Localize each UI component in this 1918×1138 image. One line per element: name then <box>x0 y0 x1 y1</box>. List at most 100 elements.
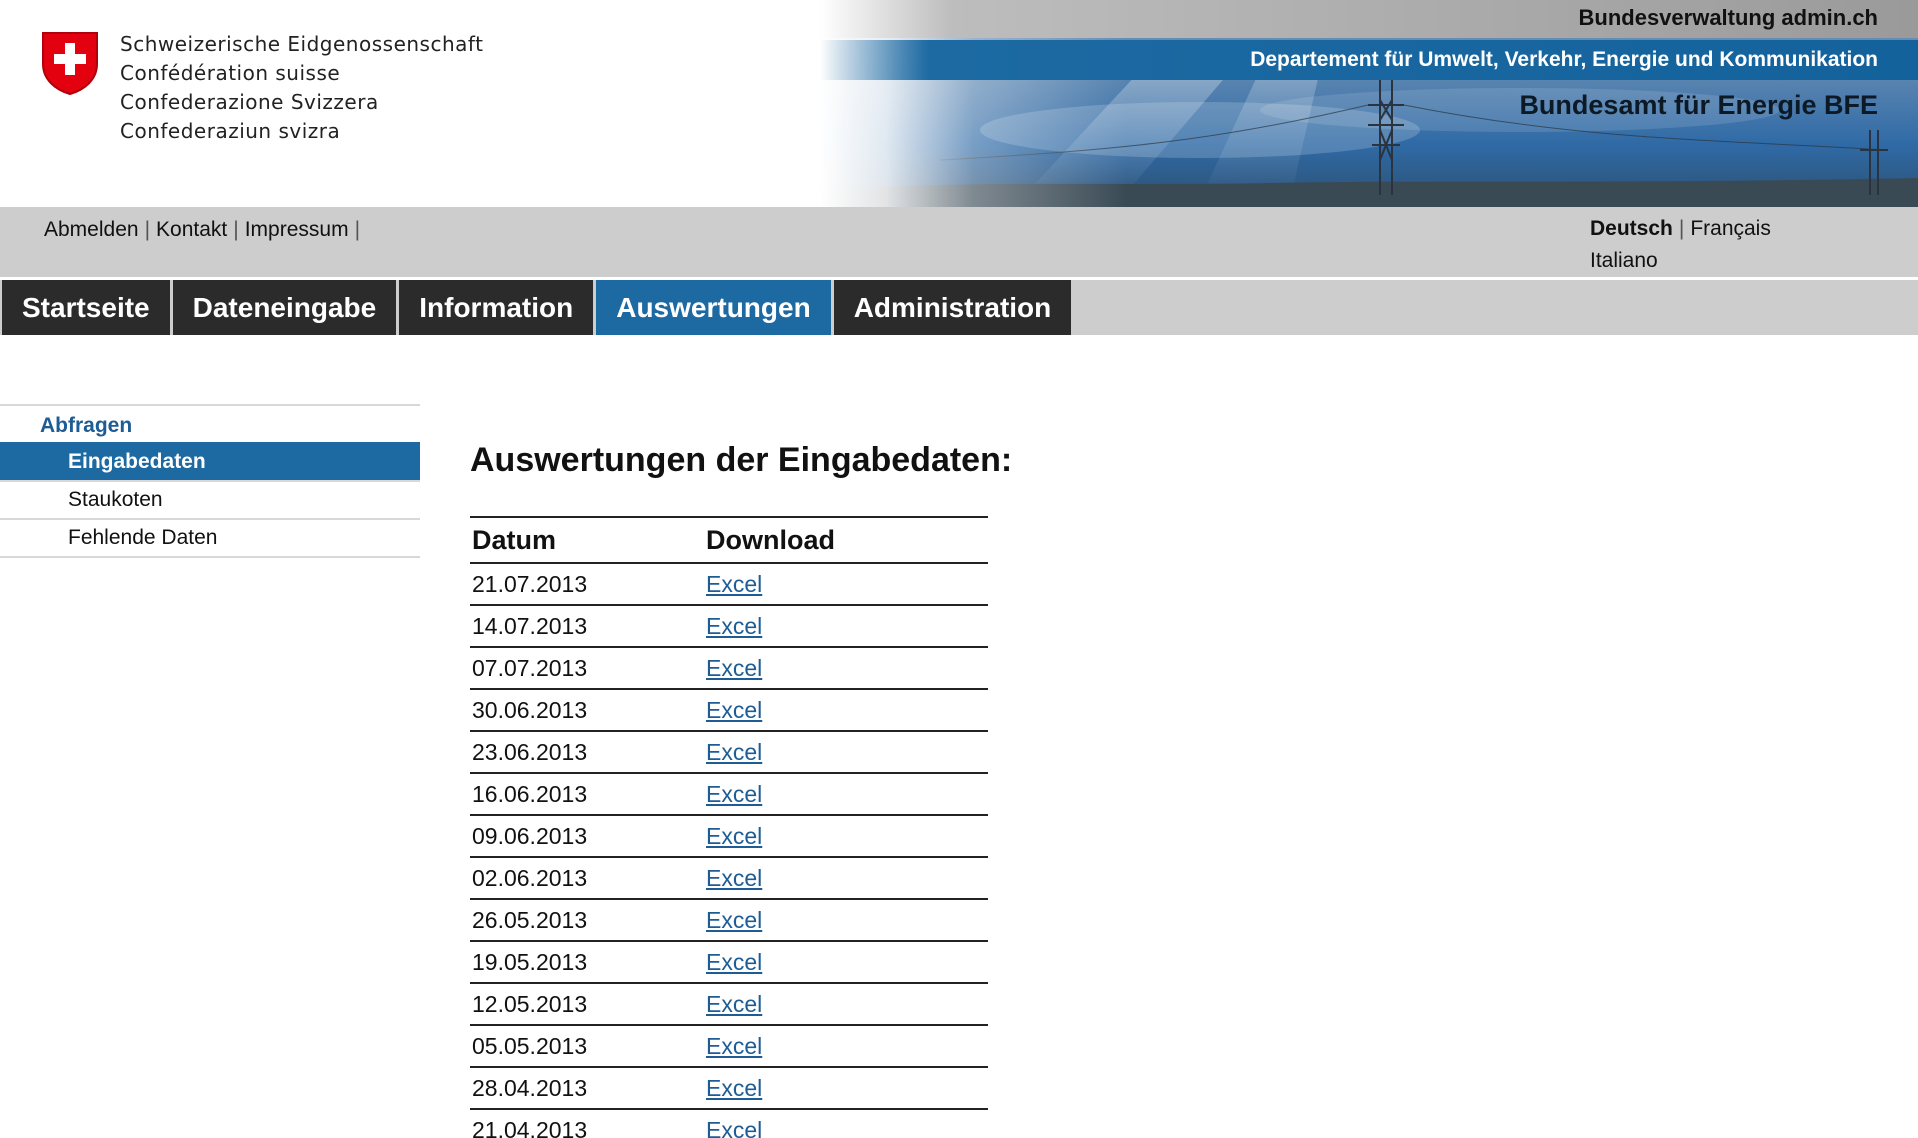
excel-download-link[interactable]: Excel <box>706 655 762 681</box>
sidebar: Abfragen Eingabedaten Staukoten Fehlende… <box>0 404 420 558</box>
service-bar: Abmelden | Kontakt | Impressum | Deutsch | Fran… <box>0 207 1918 277</box>
excel-download-link[interactable]: Excel <box>706 991 762 1017</box>
table-row: 12.05.2013 Excel <box>470 984 988 1026</box>
table-row: 05.05.2013 Excel <box>470 1026 988 1068</box>
swiss-cross-shield-icon <box>42 32 98 96</box>
main-navigation-bar: Startseite Dateneingabe Information Ausw… <box>0 280 1918 335</box>
table-row: 09.06.2013 Excel <box>470 816 988 858</box>
row-download-cell: Excel <box>706 1117 988 1138</box>
sidebar-item-eingabedaten[interactable]: Eingabedaten <box>0 442 420 480</box>
row-download-cell: Excel <box>706 949 988 976</box>
tab-dateneingabe[interactable]: Dateneingabe <box>172 280 397 335</box>
tab-administration[interactable]: Administration <box>833 280 1072 335</box>
tab-startseite[interactable]: Startseite <box>2 280 170 335</box>
row-date: 05.05.2013 <box>472 1032 588 1059</box>
contact-link[interactable]: Kontakt <box>156 218 227 241</box>
excel-download-link[interactable]: Excel <box>706 739 762 765</box>
row-date: 21.07.2013 <box>472 570 588 597</box>
table-row: 16.06.2013 Excel <box>470 774 988 816</box>
department-name: Departement für Umwelt, Verkehr, Energie… <box>1250 48 1878 71</box>
column-header-download: Download <box>706 524 835 555</box>
table-body: 21.07.2013 Excel 14.07.2013 Excel 07.07.2013… <box>470 564 988 1138</box>
row-download-cell: Excel <box>706 571 988 598</box>
excel-download-link[interactable]: Excel <box>706 907 762 933</box>
department-bar: Departement für Umwelt, Verkehr, Energie… <box>820 40 1918 80</box>
language-italiano[interactable]: Italiano <box>1590 249 1658 272</box>
confederation-name-rm: Confederaziun svizra <box>120 119 341 143</box>
row-date: 23.06.2013 <box>472 738 588 765</box>
table-row: 30.06.2013 Excel <box>470 690 988 732</box>
separator: | <box>1678 217 1685 240</box>
row-download-cell: Excel <box>706 907 988 934</box>
table-row: 14.07.2013 Excel <box>470 606 988 648</box>
admin-link-bar: Bundesverwaltung admin.ch <box>820 0 1918 38</box>
row-date: 30.06.2013 <box>472 696 588 723</box>
sidebar-heading[interactable]: Abfragen <box>0 404 420 442</box>
office-name: Bundesamt für Energie BFE <box>1519 90 1878 120</box>
excel-download-link[interactable]: Excel <box>706 697 762 723</box>
confederation-name-de: Schweizerische Eidgenossenschaft <box>120 32 484 56</box>
row-date: 26.05.2013 <box>472 906 588 933</box>
row-download-cell: Excel <box>706 1075 988 1102</box>
row-date: 09.06.2013 <box>472 822 588 849</box>
row-download-cell: Excel <box>706 739 988 766</box>
language-deutsch: Deutsch <box>1590 217 1673 240</box>
row-download-cell: Excel <box>706 697 988 724</box>
language-francais[interactable]: Français <box>1690 217 1771 240</box>
row-download-cell: Excel <box>706 1033 988 1060</box>
row-download-cell: Excel <box>706 781 988 808</box>
results-table: Datum Download 21.07.2013 Excel 14.07.2013… <box>470 516 988 1138</box>
page-title: Auswertungen der Eingabedaten: <box>470 441 1013 479</box>
row-download-cell: Excel <box>706 823 988 850</box>
impressum-link[interactable]: Impressum <box>245 218 349 241</box>
table-row: 21.04.2013 Excel <box>470 1110 988 1138</box>
sidebar-item-fehlende-daten[interactable]: Fehlende Daten <box>0 518 420 556</box>
row-date: 12.05.2013 <box>472 990 588 1017</box>
row-download-cell: Excel <box>706 865 988 892</box>
table-row: 02.06.2013 Excel <box>470 858 988 900</box>
row-date: 02.06.2013 <box>472 864 588 891</box>
confederation-name-it: Confederazione Svizzera <box>120 90 379 114</box>
row-download-cell: Excel <box>706 613 988 640</box>
table-row: 26.05.2013 Excel <box>470 900 988 942</box>
excel-download-link[interactable]: Excel <box>706 1033 762 1059</box>
separator: | <box>144 218 151 241</box>
separator: | <box>354 218 361 241</box>
service-links: Abmelden | Kontakt | Impressum | <box>44 218 366 242</box>
site-header: Schweizerische Eidgenossenschaft Confédé… <box>0 0 1918 207</box>
admin-ch-link[interactable]: Bundesverwaltung admin.ch <box>1579 5 1879 31</box>
language-switcher: Deutsch | Français Italiano <box>1590 213 1771 277</box>
tab-information[interactable]: Information <box>399 280 594 335</box>
row-download-cell: Excel <box>706 991 988 1018</box>
table-header: Datum Download <box>470 516 988 564</box>
separator: | <box>233 218 239 241</box>
row-date: 21.04.2013 <box>472 1116 588 1138</box>
excel-download-link[interactable]: Excel <box>706 613 762 639</box>
table-row: 28.04.2013 Excel <box>470 1068 988 1110</box>
row-download-cell: Excel <box>706 655 988 682</box>
table-row: 07.07.2013 Excel <box>470 648 988 690</box>
excel-download-link[interactable]: Excel <box>706 823 762 849</box>
row-date: 28.04.2013 <box>472 1074 588 1101</box>
row-date: 16.06.2013 <box>472 780 588 807</box>
excel-download-link[interactable]: Excel <box>706 571 762 597</box>
tab-auswertungen[interactable]: Auswertungen <box>596 280 831 335</box>
excel-download-link[interactable]: Excel <box>706 1117 762 1138</box>
sidebar-item-staukoten[interactable]: Staukoten <box>0 480 420 518</box>
confederation-name-fr: Confédération suisse <box>120 61 341 85</box>
excel-download-link[interactable]: Excel <box>706 1075 762 1101</box>
column-header-datum: Datum <box>472 524 557 555</box>
row-date: 19.05.2013 <box>472 948 588 975</box>
table-row: 21.07.2013 Excel <box>470 564 988 606</box>
row-date: 07.07.2013 <box>472 654 588 681</box>
sidebar-divider <box>0 556 420 558</box>
row-date: 14.07.2013 <box>472 612 588 639</box>
table-row: 23.06.2013 Excel <box>470 732 988 774</box>
logout-link[interactable]: Abmelden <box>44 218 139 241</box>
excel-download-link[interactable]: Excel <box>706 865 762 891</box>
excel-download-link[interactable]: Excel <box>706 781 762 807</box>
excel-download-link[interactable]: Excel <box>706 949 762 975</box>
confederation-names: Schweizerische Eidgenossenschaft Confédé… <box>120 30 483 146</box>
table-row: 19.05.2013 Excel <box>470 942 988 984</box>
main-navigation: Startseite Dateneingabe Information Ausw… <box>2 280 1072 335</box>
